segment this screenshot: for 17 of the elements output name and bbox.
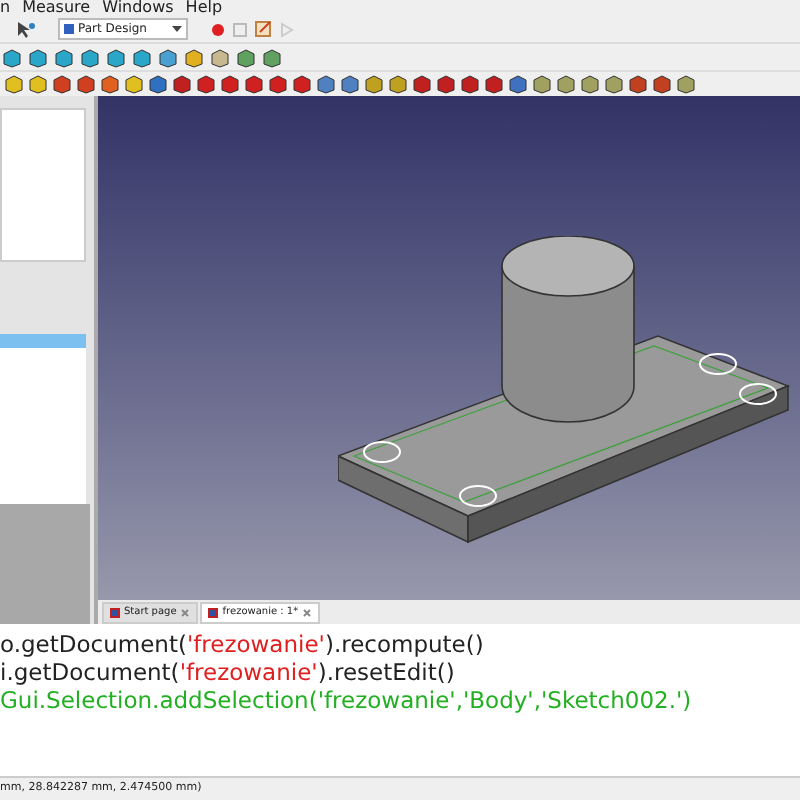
close-icon[interactable]	[302, 608, 313, 618]
3d-view[interactable]	[98, 96, 800, 600]
close-icon[interactable]	[180, 608, 191, 618]
edit-icon[interactable]	[254, 20, 272, 38]
menu-item[interactable]: Help	[185, 0, 223, 16]
document-icon	[110, 608, 120, 618]
document-icon	[208, 608, 219, 618]
console-line: Gui.Selection.addSelection('frezowanie','Body','Sketch002.')	[0, 686, 694, 714]
console-line: o.getDocument('frezowanie').recompute()	[0, 630, 486, 658]
record-icon[interactable]	[210, 21, 226, 37]
menu-item[interactable]: Windows	[102, 0, 174, 16]
menu-item[interactable]: Measure	[22, 0, 91, 16]
menu-item[interactable]: n	[0, 0, 11, 16]
help-cursor-icon[interactable]	[16, 19, 36, 39]
caret-icon	[172, 25, 182, 33]
console-line: i.getDocument('frezowanie').resetEdit()	[0, 658, 457, 686]
python-console[interactable]: o.getDocument('frezowanie').recompute() i.getDocument('frezowanie').resetEdit() Gui.Selection.addSelection('frezowanie','Body','Sketch002.')	[0, 624, 800, 776]
